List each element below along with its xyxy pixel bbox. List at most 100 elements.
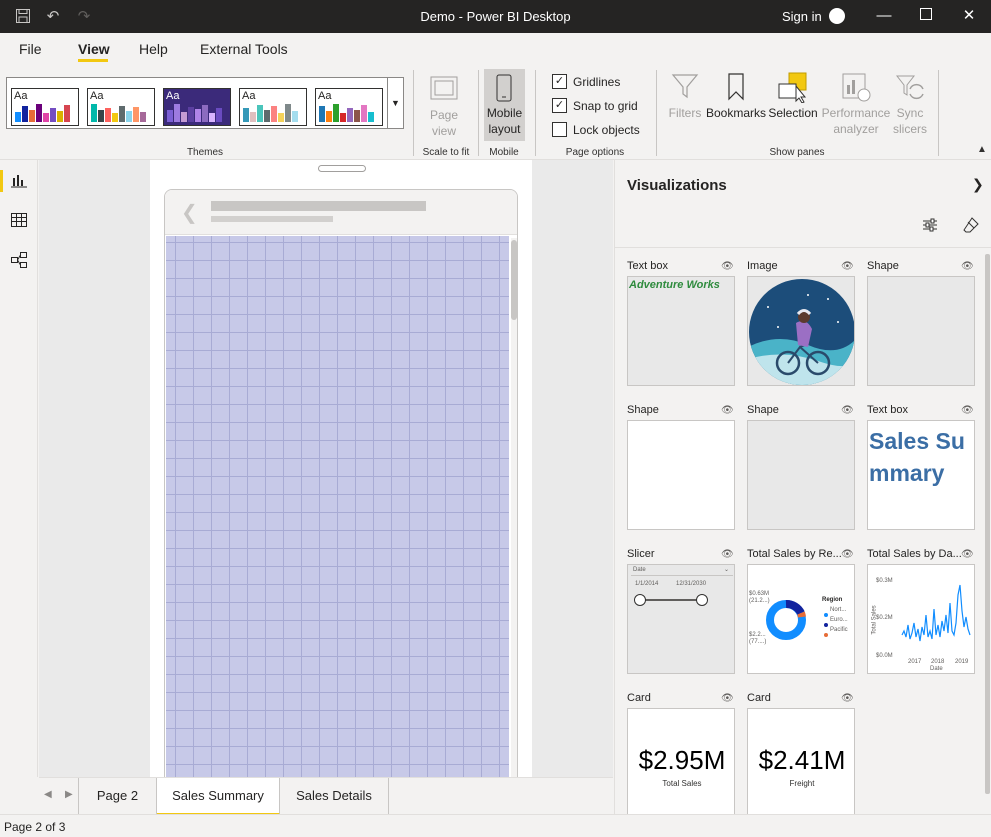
visual-shape[interactable]: [867, 276, 975, 386]
lock-objects-checkbox[interactable]: [552, 122, 567, 137]
visual-card-freight[interactable]: $2.41M Freight: [747, 708, 855, 814]
visual-image[interactable]: [747, 276, 855, 386]
tab-scroll-right-icon[interactable]: ▶: [65, 789, 73, 800]
report-view-icon[interactable]: [9, 171, 29, 191]
ribbon-separator: [656, 70, 657, 156]
pane-scrollbar-thumb[interactable]: [985, 254, 990, 794]
x-axis-label: Date: [930, 666, 943, 672]
slicer-handle-end[interactable]: [696, 594, 708, 606]
data-view-icon[interactable]: [9, 211, 29, 231]
eye-icon[interactable]: 👁: [721, 405, 734, 416]
format-settings-icon[interactable]: [920, 216, 940, 236]
eye-icon[interactable]: 👁: [841, 549, 854, 560]
tab-page-2[interactable]: Page 2: [78, 778, 157, 815]
visual-shape[interactable]: [747, 420, 855, 530]
mobile-group-label: Mobile: [489, 147, 519, 158]
legend-item-pacific: Pacific: [830, 627, 848, 633]
collapse-ribbon-icon[interactable]: ▲: [977, 144, 987, 155]
maximize-button[interactable]: [915, 6, 937, 26]
visual-textbox-sales-summary[interactable]: Sales Summary: [867, 420, 975, 530]
tab-sales-details[interactable]: Sales Details: [280, 778, 389, 815]
y-tick: $0.0M: [876, 653, 893, 659]
visualizations-pane: Visualizations ❯ Text box 👁 Adventure Wo…: [614, 160, 991, 814]
sync-slicers-label-line2: slicers: [892, 122, 927, 136]
page-count-status: Page 2 of 3: [4, 820, 66, 834]
eye-icon[interactable]: 👁: [841, 693, 854, 704]
eye-icon[interactable]: 👁: [841, 405, 854, 416]
visual-shape[interactable]: [627, 420, 735, 530]
eye-icon[interactable]: 👁: [961, 549, 974, 560]
lock-objects-label: Lock objects: [573, 123, 640, 137]
selection-button[interactable]: Selection: [766, 105, 820, 121]
visual-title: Shape: [867, 260, 899, 272]
theme-option-1[interactable]: Aa: [11, 88, 79, 126]
theme-label: Aa: [90, 90, 104, 102]
filter-icon: [670, 71, 700, 108]
theme-option-5[interactable]: Aa: [315, 88, 383, 126]
menu-external-tools[interactable]: External Tools: [200, 41, 288, 57]
header-subtitle-placeholder: [211, 216, 333, 222]
active-menu-indicator: [78, 59, 108, 62]
visual-slicer[interactable]: Date ⌄ 1/1/2014 12/31/2030: [627, 564, 735, 674]
bookmarks-button[interactable]: Bookmarks: [706, 105, 766, 121]
slicer-handle-start[interactable]: [634, 594, 646, 606]
visualizations-title: Visualizations: [627, 177, 727, 194]
visual-textbox-adventure-works[interactable]: Adventure Works: [627, 276, 735, 386]
theme-label: Aa: [318, 90, 332, 102]
legend-item-north: Nort...: [830, 607, 847, 613]
page-view-button[interactable]: Page view: [424, 107, 464, 139]
filters-button[interactable]: Filters: [664, 105, 706, 121]
eye-icon[interactable]: 👁: [961, 405, 974, 416]
eye-icon[interactable]: 👁: [721, 549, 734, 560]
theme-option-2[interactable]: Aa: [87, 88, 155, 126]
sync-slicers-button[interactable]: Sync slicers: [888, 105, 932, 137]
chevron-right-icon[interactable]: ❯: [972, 176, 984, 193]
pane-divider: [615, 247, 991, 248]
eye-icon[interactable]: 👁: [721, 261, 734, 272]
textbox-content: Sales Summary: [869, 428, 965, 486]
ribbon: Aa Aa Aa Aa Aa ▼ Themes Page view Scale …: [0, 67, 991, 160]
tab-sales-summary[interactable]: Sales Summary: [157, 778, 280, 815]
themes-expand-button[interactable]: ▼: [388, 77, 404, 129]
card-label: Freight: [789, 779, 815, 788]
visual-card-total-sales[interactable]: $2.95M Total Sales: [627, 708, 735, 814]
mobile-phone-frame: ❮: [150, 160, 532, 777]
gridlines-label: Gridlines: [573, 75, 621, 89]
model-view-icon[interactable]: [9, 251, 29, 271]
nav-active-indicator: [0, 170, 3, 192]
visual-line-chart[interactable]: $0.3M $0.2M $0.0M Total Sales 2017 2018 …: [867, 564, 975, 674]
gridlines-checkbox[interactable]: ✓: [552, 74, 567, 89]
eye-icon[interactable]: 👁: [721, 693, 734, 704]
tab-scroll-left-icon[interactable]: ◀: [44, 789, 52, 800]
visual-donut-chart[interactable]: $0.63M (21.2...) $2.2... (77....) Region…: [747, 564, 855, 674]
sign-in-link[interactable]: Sign in: [782, 9, 822, 24]
visual-title: Card: [627, 692, 651, 704]
donut-label-bottom: $2.2...: [749, 632, 766, 638]
eraser-icon[interactable]: [961, 216, 981, 236]
menu-file[interactable]: File: [19, 41, 42, 57]
mobile-layout-grid[interactable]: [166, 236, 509, 777]
menu-view[interactable]: View: [78, 41, 110, 57]
page-view-label: Page view: [429, 108, 459, 138]
phone-scrollbar-thumb[interactable]: [511, 240, 517, 320]
visual-title: Shape: [747, 404, 779, 416]
eye-icon[interactable]: 👁: [841, 261, 854, 272]
ribbon-separator: [938, 70, 939, 156]
menu-help[interactable]: Help: [139, 41, 168, 57]
slicer-start-date: 1/1/2014: [635, 581, 659, 587]
theme-label: Aa: [242, 90, 256, 102]
close-button[interactable]: ✕: [958, 6, 980, 26]
visual-title: Total Sales by Da...: [867, 548, 961, 560]
phone-header: ❮: [165, 190, 517, 235]
minimize-button[interactable]: —: [873, 6, 895, 26]
snap-to-grid-checkbox[interactable]: ✓: [552, 98, 567, 113]
performance-analyzer-button[interactable]: Performance analyzer: [820, 105, 892, 137]
theme-option-3[interactable]: Aa: [163, 88, 231, 126]
theme-option-4[interactable]: Aa: [239, 88, 307, 126]
header-title-placeholder: [211, 201, 426, 211]
phone-screen: ❮: [164, 189, 518, 777]
visual-title: Text box: [627, 260, 668, 272]
eye-icon[interactable]: 👁: [961, 261, 974, 272]
avatar[interactable]: [829, 8, 845, 24]
theme-label: Aa: [166, 90, 180, 102]
